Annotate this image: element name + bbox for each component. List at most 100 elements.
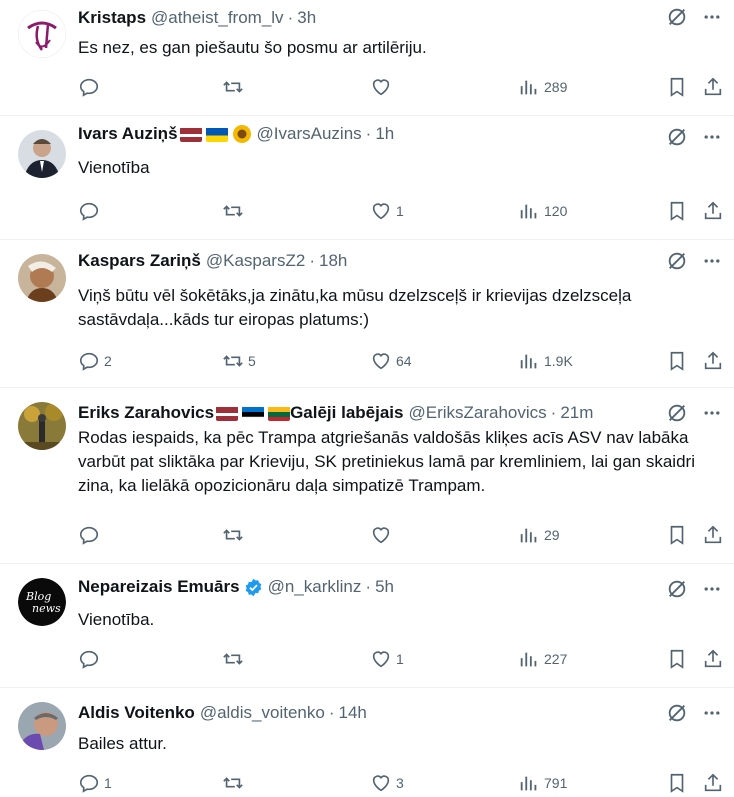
bookmark-button[interactable]: [666, 648, 688, 670]
views-button[interactable]: 120: [518, 200, 567, 222]
timestamp[interactable]: 18h: [319, 250, 347, 272]
more-options-icon[interactable]: [702, 703, 722, 728]
grok-icon[interactable]: [666, 702, 688, 729]
author-handle[interactable]: @KasparsZ2: [206, 250, 305, 272]
retweet-button[interactable]: [222, 648, 248, 670]
views-button[interactable]: 29: [518, 524, 560, 546]
reply-button[interactable]: [78, 76, 104, 98]
views-button[interactable]: 1.9K: [518, 350, 573, 372]
retweet-button[interactable]: 5: [222, 350, 256, 372]
author-handle[interactable]: @EriksZarahovics: [408, 402, 546, 424]
retweet-button[interactable]: [222, 76, 248, 98]
reply-button[interactable]: [78, 524, 104, 546]
reply-button[interactable]: [78, 648, 104, 670]
share-button[interactable]: [702, 76, 724, 98]
like-button[interactable]: 64: [370, 350, 412, 372]
reply-icon: [79, 650, 99, 669]
like-count: 1: [396, 651, 404, 667]
view-count: 289: [544, 79, 568, 95]
tweet[interactable]: Kristaps @atheist_from_lv · 3h Es nez, e…: [0, 0, 734, 116]
avatar[interactable]: [18, 130, 66, 178]
tweet-header: Aldis Voitenko @aldis_voitenko · 14h: [78, 702, 654, 724]
tweet-header-actions: [666, 578, 722, 605]
grok-icon[interactable]: [666, 126, 688, 153]
reply-button[interactable]: [78, 200, 104, 222]
svg-text:news: news: [32, 602, 61, 615]
avatar[interactable]: Blog news: [18, 578, 66, 626]
more-options-icon[interactable]: [702, 127, 722, 152]
views-icon: [520, 80, 537, 95]
author-name-suffix[interactable]: Galēji labējais: [290, 402, 403, 424]
like-button[interactable]: [370, 76, 396, 98]
tweet-actions: 1 120: [78, 200, 722, 222]
verified-badge-icon[interactable]: [244, 578, 263, 597]
author-handle[interactable]: @aldis_voitenko: [200, 702, 325, 724]
heart-icon: [372, 203, 390, 220]
grok-icon[interactable]: [666, 6, 688, 33]
avatar[interactable]: [18, 402, 66, 450]
share-button[interactable]: [702, 524, 724, 546]
retweet-button[interactable]: [222, 772, 248, 794]
like-button[interactable]: 1: [370, 200, 404, 222]
retweet-button[interactable]: [222, 524, 248, 546]
bookmark-button[interactable]: [666, 76, 688, 98]
like-button[interactable]: [370, 524, 396, 546]
avatar[interactable]: [18, 254, 66, 302]
share-button[interactable]: [702, 648, 724, 670]
timestamp[interactable]: 5h: [375, 576, 394, 598]
grok-icon[interactable]: [666, 250, 688, 277]
avatar[interactable]: [18, 10, 66, 58]
views-button[interactable]: 227: [518, 648, 567, 670]
tweet-header: Kaspars Zariņš @KasparsZ2 · 18h: [78, 250, 654, 272]
tweet[interactable]: Eriks Zarahovics Galēji labējais @EriksZ…: [0, 388, 734, 564]
more-options-icon[interactable]: [702, 403, 722, 428]
retweet-button[interactable]: [222, 200, 248, 222]
like-button[interactable]: 1: [370, 648, 404, 670]
bookmark-button[interactable]: [666, 350, 688, 372]
reply-button[interactable]: 2: [78, 350, 112, 372]
grok-icon[interactable]: [666, 578, 688, 605]
share-button[interactable]: [702, 200, 724, 222]
retweet-icon: [223, 355, 243, 367]
more-options-icon[interactable]: [702, 7, 722, 32]
tweet[interactable]: Kaspars Zariņš @KasparsZ2 · 18h Viņš būt…: [0, 240, 734, 388]
tweet[interactable]: Blog news Nepareizais Emuārs @n_karklinz …: [0, 564, 734, 688]
timestamp[interactable]: 1h: [375, 123, 394, 145]
author-handle[interactable]: @atheist_from_lv: [151, 7, 284, 29]
more-options-icon[interactable]: [702, 579, 722, 604]
author-name[interactable]: Nepareizais Emuārs: [78, 576, 240, 598]
author-name[interactable]: Aldis Voitenko: [78, 702, 195, 724]
like-button[interactable]: 3: [370, 772, 404, 794]
author-name[interactable]: Kristaps: [78, 7, 146, 29]
timestamp[interactable]: 3h: [297, 7, 316, 29]
author-name[interactable]: Eriks Zarahovics: [78, 402, 214, 424]
bookmark-button[interactable]: [666, 524, 688, 546]
share-icon: [704, 773, 722, 792]
tweet-actions: 1 227: [78, 648, 722, 670]
reply-button[interactable]: 1: [78, 772, 112, 794]
bookmark-button[interactable]: [666, 772, 688, 794]
grok-icon[interactable]: [666, 402, 688, 429]
share-button[interactable]: [702, 350, 724, 372]
like-count: 1: [396, 203, 404, 219]
author-name[interactable]: Kaspars Zariņš: [78, 250, 201, 272]
views-button[interactable]: 791: [518, 772, 567, 794]
share-icon: [704, 201, 722, 220]
share-button[interactable]: [702, 772, 724, 794]
tweet[interactable]: Aldis Voitenko @aldis_voitenko · 14h Bai…: [0, 688, 734, 797]
timestamp[interactable]: 14h: [338, 702, 366, 724]
bookmark-icon: [670, 649, 684, 669]
avatar[interactable]: [18, 702, 66, 750]
tweet-actions: 289: [78, 76, 722, 98]
timeline-feed: Kristaps @atheist_from_lv · 3h Es nez, e…: [0, 0, 734, 797]
views-button[interactable]: 289: [518, 76, 567, 98]
author-handle[interactable]: @n_karklinz: [268, 576, 362, 598]
timestamp[interactable]: 21m: [560, 402, 593, 424]
more-options-icon[interactable]: [702, 251, 722, 276]
tweet[interactable]: Ivars Auziņš @IvarsAuzins · 1h Vienotība…: [0, 116, 734, 240]
author-name[interactable]: Ivars Auziņš: [78, 123, 178, 145]
view-count: 791: [544, 775, 568, 791]
author-handle[interactable]: @IvarsAuzins: [257, 123, 362, 145]
name-emoji-group: [216, 406, 291, 421]
bookmark-button[interactable]: [666, 200, 688, 222]
